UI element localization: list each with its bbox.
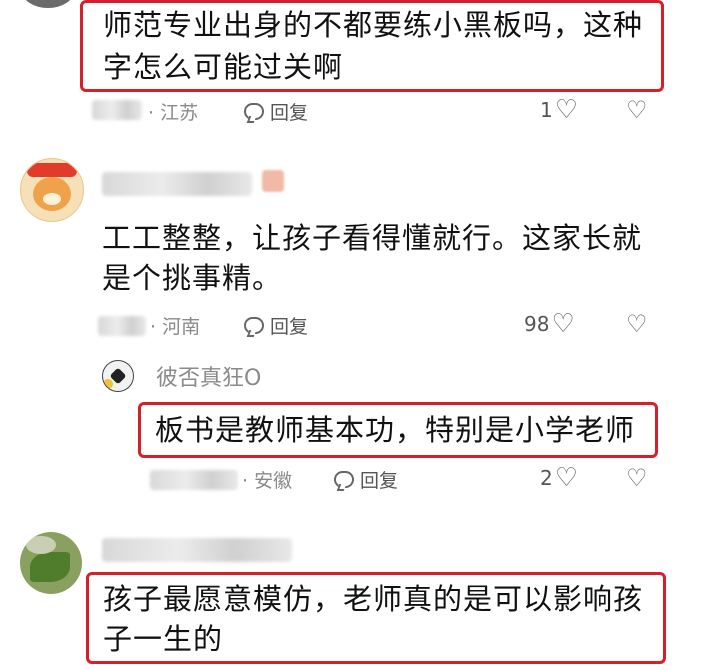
comment-highlight-box: 孩子最愿意模仿，老师真的是可以影响孩 子一生的 xyxy=(86,572,666,664)
comment-text-line: 孩子最愿意模仿，老师真的是可以影响孩 xyxy=(103,582,644,616)
broken-heart-icon[interactable]: ♡ xyxy=(626,464,648,492)
comment-location: · 江苏 xyxy=(148,102,199,124)
comment-highlight-box: 师范专业出身的不都要练小黑板吗，这种 字怎么可能过关啊 xyxy=(80,0,664,92)
comment-text-line: 工工整整，让孩子看得懂就行。这家长就 xyxy=(102,221,643,255)
heart-outline-icon: ♡ xyxy=(554,463,579,493)
like-count: 1 xyxy=(540,98,553,122)
reply-label: 回复 xyxy=(270,102,309,124)
blurred-time xyxy=(150,470,238,490)
comment-bubble-icon xyxy=(244,103,264,120)
reply-username[interactable]: 彼否真狂O xyxy=(156,360,261,392)
avatar-banner xyxy=(27,163,77,177)
comment-text-line: 字怎么可能过关啊 xyxy=(103,50,344,84)
comment-text: 板书是教师基本功，特别是小学老师 xyxy=(155,413,636,447)
comment-text-line: 是个挑事精。 xyxy=(102,261,283,295)
avatar[interactable] xyxy=(22,0,74,8)
avatar-leaf xyxy=(30,552,70,582)
comment-highlight-box: 板书是教师基本功，特别是小学老师 xyxy=(138,402,658,458)
like-button[interactable]: 98 ♡ xyxy=(524,311,575,337)
reply-label: 回复 xyxy=(360,470,399,492)
comment-text-line: 子一生的 xyxy=(103,622,224,656)
user-badge-icon xyxy=(262,170,284,192)
comment-text-line: 师范专业出身的不都要练小黑板吗，这种 xyxy=(103,8,644,42)
heart-outline-icon: ♡ xyxy=(554,95,579,125)
reply-button[interactable]: 回复 xyxy=(244,98,308,125)
broken-heart-icon[interactable]: ♡ xyxy=(626,96,648,124)
broken-heart-icon[interactable]: ♡ xyxy=(626,310,648,338)
avatar-bear-muzzle xyxy=(43,193,61,205)
comment-location: · 安徽 xyxy=(242,470,293,492)
avatar[interactable] xyxy=(20,158,84,222)
avatar[interactable] xyxy=(20,532,82,594)
comment-bubble-icon xyxy=(244,317,264,334)
avatar[interactable] xyxy=(102,360,134,392)
soccer-ball-accent xyxy=(103,379,113,389)
avatar-highlight xyxy=(26,536,56,554)
like-count: 98 xyxy=(524,312,550,336)
blurred-username xyxy=(102,172,252,196)
comment-location: · 河南 xyxy=(150,316,201,338)
blurred-time xyxy=(92,100,142,120)
reply-button[interactable]: 回复 xyxy=(334,466,398,493)
like-button[interactable]: 1 ♡ xyxy=(540,97,578,123)
comment-bubble-icon xyxy=(334,471,354,488)
blurred-time xyxy=(98,316,146,336)
reply-label: 回复 xyxy=(270,316,309,338)
blurred-username xyxy=(102,538,292,562)
heart-outline-icon: ♡ xyxy=(551,309,575,339)
reply-button[interactable]: 回复 xyxy=(244,312,308,339)
like-button[interactable]: 2 ♡ xyxy=(540,465,578,491)
like-count: 2 xyxy=(540,466,553,490)
